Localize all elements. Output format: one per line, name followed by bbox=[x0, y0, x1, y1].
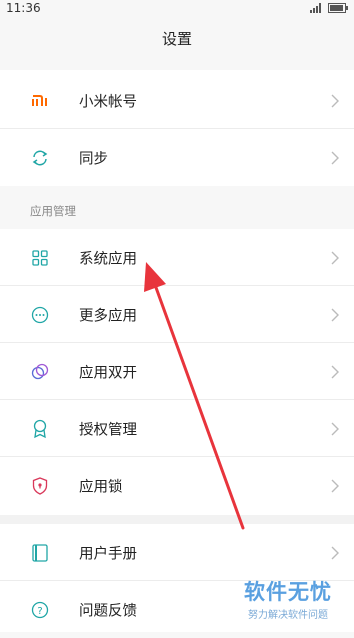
row-label: 问题反馈 bbox=[79, 603, 137, 619]
row-label: 系统应用 bbox=[79, 251, 137, 267]
watermark-title: 软件无忧 bbox=[244, 580, 332, 604]
chevron-right-icon bbox=[331, 546, 339, 559]
account-card: 小米帐号 同步 bbox=[0, 70, 354, 186]
chevron-right-icon bbox=[331, 251, 339, 264]
book-icon bbox=[30, 543, 50, 563]
row-mi-account[interactable]: 小米帐号 bbox=[0, 72, 354, 129]
sync-icon bbox=[30, 148, 50, 168]
svg-text:?: ? bbox=[37, 606, 42, 617]
status-icons bbox=[310, 3, 348, 13]
section-header-apps: 应用管理 bbox=[0, 192, 354, 229]
chevron-right-icon bbox=[331, 422, 339, 435]
more-dots-icon bbox=[30, 305, 50, 325]
row-label: 更多应用 bbox=[79, 308, 137, 324]
chevron-right-icon bbox=[331, 365, 339, 378]
row-label: 同步 bbox=[79, 151, 108, 167]
chevron-right-icon bbox=[331, 151, 339, 164]
status-bar: 11:36 bbox=[0, 0, 354, 17]
grid-icon bbox=[30, 248, 50, 268]
watermark-subtitle: 努力解决软件问题 bbox=[248, 610, 328, 621]
row-sync[interactable]: 同步 bbox=[0, 129, 354, 186]
apps-card: 系统应用 更多应用 应用双开 授权管理 应用锁 bbox=[0, 229, 354, 515]
shield-lock-icon bbox=[30, 476, 50, 496]
chevron-right-icon bbox=[331, 479, 339, 492]
row-label: 应用锁 bbox=[79, 479, 123, 495]
question-icon: ? bbox=[30, 600, 50, 620]
row-user-manual[interactable]: 用户手册 bbox=[0, 524, 354, 581]
chevron-right-icon bbox=[331, 308, 339, 321]
row-label: 应用双开 bbox=[79, 365, 137, 381]
status-time: 11:36 bbox=[6, 1, 41, 15]
battery-icon bbox=[328, 3, 348, 13]
watermark-logo: 软件无忧 努力解决软件问题 bbox=[244, 576, 332, 621]
row-more-apps[interactable]: 更多应用 bbox=[0, 286, 354, 343]
section-gap bbox=[0, 515, 354, 524]
row-app-lock[interactable]: 应用锁 bbox=[0, 457, 354, 514]
row-system-apps[interactable]: 系统应用 bbox=[0, 229, 354, 286]
row-permissions[interactable]: 授权管理 bbox=[0, 400, 354, 457]
dual-app-icon bbox=[30, 362, 50, 382]
row-dual-apps[interactable]: 应用双开 bbox=[0, 343, 354, 400]
page-title: 设置 bbox=[161, 30, 192, 48]
signal-icon bbox=[310, 3, 321, 13]
mi-logo-icon bbox=[30, 91, 50, 111]
title-bar: 设置 bbox=[0, 17, 354, 62]
badge-icon bbox=[30, 419, 50, 439]
section-title: 应用管理 bbox=[30, 204, 76, 218]
chevron-right-icon bbox=[331, 94, 339, 107]
row-label: 用户手册 bbox=[79, 546, 137, 562]
row-label: 授权管理 bbox=[79, 422, 137, 438]
row-label: 小米帐号 bbox=[79, 94, 137, 110]
